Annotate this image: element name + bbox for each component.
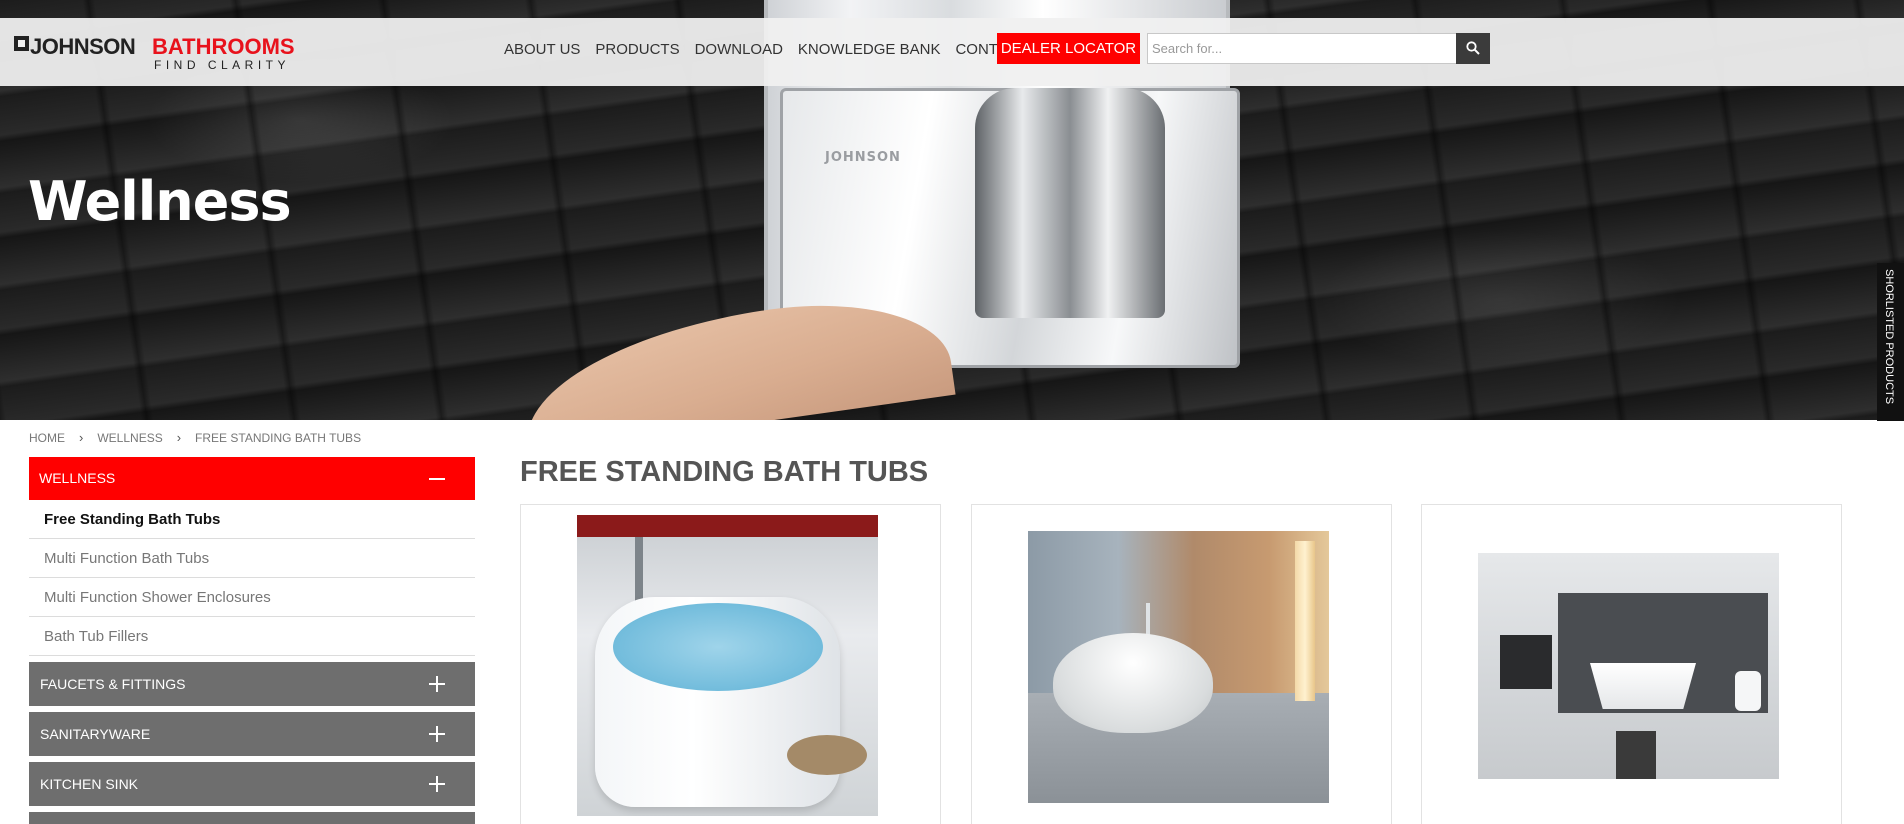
accordion-sanitaryware-label: SANITARYWARE <box>40 726 151 742</box>
image-cabinet <box>1500 635 1552 689</box>
logo-tagline: FIND CLARITY <box>154 58 291 72</box>
product-card[interactable] <box>971 504 1392 824</box>
product-card[interactable] <box>1421 504 1842 824</box>
image-tub-body <box>1590 663 1696 709</box>
product-card[interactable] <box>520 504 941 824</box>
image-tub-water <box>613 603 823 691</box>
search-input[interactable] <box>1147 33 1457 64</box>
search-icon <box>1466 41 1480 55</box>
product-image-oval-tub[interactable] <box>1028 531 1329 803</box>
image-rug <box>1616 731 1656 779</box>
page-title: Wellness <box>28 170 292 233</box>
breadcrumb-chevron-icon: › <box>79 430 84 445</box>
nav-about-us[interactable]: ABOUT US <box>504 41 580 58</box>
nav-knowledge-bank[interactable]: KNOWLEDGE BANK <box>798 41 941 58</box>
dealer-locator-button[interactable]: DEALER LOCATOR <box>997 33 1140 64</box>
collapse-minus-icon[interactable] <box>429 478 445 480</box>
accordion-faucets-fittings-label: FAUCETS & FITTINGS <box>40 676 186 692</box>
accordion-kitchen-sink[interactable]: KITCHEN SINK <box>29 762 475 806</box>
main-nav: ABOUT US PRODUCTS DOWNLOAD KNOWLEDGE BAN… <box>504 41 1067 58</box>
search-button[interactable] <box>1456 33 1490 64</box>
breadcrumb-home[interactable]: HOME <box>29 431 65 445</box>
hero-shower-handle <box>975 88 1165 318</box>
product-image-freestanding-tub[interactable] <box>577 515 878 816</box>
breadcrumb-current: FREE STANDING BATH TUBS <box>195 430 362 445</box>
accordion-wellness-label: WELLNESS <box>39 470 116 486</box>
expand-plus-icon <box>436 676 438 692</box>
expand-plus-icon <box>436 726 438 742</box>
image-towel <box>787 735 867 775</box>
image-wall <box>577 515 878 537</box>
category-title: FREE STANDING BATH TUBS <box>520 456 929 488</box>
breadcrumb-wellness[interactable]: WELLNESS <box>97 431 162 445</box>
nav-products[interactable]: PRODUCTS <box>595 41 679 58</box>
hero-fixture-brand: JOHNSON <box>825 150 901 165</box>
breadcrumb-chevron-icon: › <box>176 430 182 445</box>
page: JOHNSON Wellness JOHNSON BATHROOMS FIND … <box>0 0 1904 824</box>
expand-plus-icon <box>436 776 438 792</box>
image-tub-body <box>1053 633 1213 733</box>
image-lamp <box>1295 541 1315 701</box>
accordion-kitchen-sink-label: KITCHEN SINK <box>40 776 139 792</box>
accordion-next-section[interactable] <box>29 812 475 824</box>
site-header: JOHNSON BATHROOMS FIND CLARITY ABOUT US … <box>0 18 1904 86</box>
shortlisted-products-tab[interactable]: SHORLISTED PRODUCTS <box>1877 263 1904 421</box>
logo-brand-dark: JOHNSON <box>30 34 136 59</box>
logo-brand-red: BATHROOMS <box>152 34 295 59</box>
sidebar-item-multi-function-shower-enclosures[interactable]: Multi Function Shower Enclosures <box>29 578 475 617</box>
breadcrumb: HOME › WELLNESS › FREE STANDING BATH TUB… <box>29 430 361 445</box>
image-toilet <box>1735 671 1761 711</box>
logo-mark-icon <box>14 36 29 51</box>
category-sidebar: WELLNESS Free Standing Bath Tubs Multi F… <box>29 457 475 824</box>
image-faucet <box>635 537 643 607</box>
product-image-modern-tub[interactable] <box>1478 553 1779 779</box>
accordion-wellness[interactable]: WELLNESS <box>29 457 475 500</box>
sidebar-item-bath-tub-fillers[interactable]: Bath Tub Fillers <box>29 617 475 656</box>
shortlisted-products-label: SHORLISTED PRODUCTS <box>1883 269 1895 405</box>
accordion-sanitaryware[interactable]: SANITARYWARE <box>29 712 475 756</box>
sidebar-item-multi-function-bath-tubs[interactable]: Multi Function Bath Tubs <box>29 539 475 578</box>
accordion-faucets-fittings[interactable]: FAUCETS & FITTINGS <box>29 662 475 706</box>
sidebar-item-free-standing-bath-tubs[interactable]: Free Standing Bath Tubs <box>29 500 475 539</box>
nav-download[interactable]: DOWNLOAD <box>695 41 783 58</box>
